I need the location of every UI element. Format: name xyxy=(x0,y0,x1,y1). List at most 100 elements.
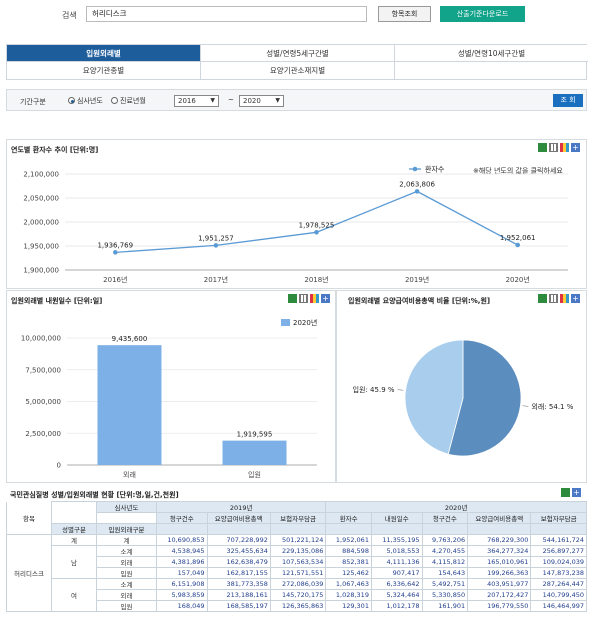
tab-institution-region[interactable]: 요양기관소재지별 xyxy=(201,62,395,79)
tab-sex-age5[interactable]: 성별/연령5세구간별 xyxy=(201,45,395,62)
table-tools: + xyxy=(561,488,581,497)
value-cell: 5,492,751 xyxy=(421,578,469,590)
value-cell: 213,188,161 xyxy=(206,589,271,601)
query-button[interactable]: 조 회 xyxy=(553,94,583,107)
value-cell: 107,563,534 xyxy=(269,556,327,568)
plus-icon[interactable]: + xyxy=(321,294,330,303)
radio-review-year[interactable] xyxy=(68,97,75,104)
legend-swatch xyxy=(281,319,290,326)
period-label: 기간구분 xyxy=(20,98,46,106)
bar-label: 1,919,595 xyxy=(237,431,273,439)
value-cell: 4,381,896 xyxy=(156,556,208,568)
bar xyxy=(97,345,162,465)
value-cell: 5,324,464 xyxy=(370,589,423,601)
data-point xyxy=(314,230,319,235)
col-header-filler xyxy=(370,523,423,535)
status-table-title: 국민관심질병 성별/입원외래별 현황 [단위:명,일,건,천원] xyxy=(10,491,179,499)
value-cell: 403,951,977 xyxy=(467,578,532,590)
cost-ratio-pie-chart: 외래: 54.1 % 입원: 45.9 % xyxy=(353,339,574,457)
grid-icon[interactable] xyxy=(299,294,308,303)
pie-leader xyxy=(397,389,404,391)
excel-icon[interactable] xyxy=(288,294,297,303)
sex-cell: 남 xyxy=(51,545,97,579)
patients-trend-panel: 연도별 환자수 추이 [단위:명] + ※해당 년도의 값을 클릭하세요 1,9… xyxy=(6,139,587,289)
value-cell: 162,817,155 xyxy=(206,567,271,579)
radio-review-year-label: 심사년도 xyxy=(77,97,103,105)
value-cell: 126,365,863 xyxy=(269,600,327,612)
y-tick-label: 0 xyxy=(57,462,61,470)
chart-tools: + xyxy=(538,294,580,303)
value-cell: 6,151,908 xyxy=(156,578,208,590)
tab-inpatient-outpatient[interactable]: 입원외래별 xyxy=(7,45,201,62)
value-cell: 501,221,124 xyxy=(269,534,327,546)
y-tick-label: 2,050,000 xyxy=(23,195,59,203)
value-cell: 168,049 xyxy=(156,600,208,612)
legend-marker xyxy=(412,166,418,172)
x-tick-label: 외래 xyxy=(123,470,136,479)
col-header-filler xyxy=(421,523,469,535)
y-tick-label: 2,500,000 xyxy=(25,430,61,438)
y-tick-label: 5,000,000 xyxy=(25,398,61,406)
col-header-2020: 2020년 xyxy=(325,501,587,513)
col-header-metric: 청구건수 xyxy=(421,512,469,524)
col-header-filler xyxy=(530,523,587,535)
x-tick-label: 2020년 xyxy=(506,275,530,284)
criteria-download-button[interactable]: 산출기준다운로드 xyxy=(440,6,525,22)
x-tick-label: 입원 xyxy=(248,470,261,479)
item-query-button[interactable]: 항목조회 xyxy=(378,6,431,22)
col-header-metric: 보험자부담금 xyxy=(530,512,587,524)
bar-chart-icon[interactable] xyxy=(310,294,319,303)
year-from-value: 2016 xyxy=(178,97,196,105)
value-cell: 5,018,553 xyxy=(370,545,423,557)
value-cell: 1,012,178 xyxy=(370,600,423,612)
excel-icon[interactable] xyxy=(538,143,547,152)
plus-icon[interactable]: + xyxy=(571,294,580,303)
value-cell: 11,355,195 xyxy=(370,534,423,546)
grid-icon[interactable] xyxy=(549,143,558,152)
col-header-filler xyxy=(467,523,532,535)
excel-icon[interactable] xyxy=(561,488,570,497)
value-cell: 146,464,997 xyxy=(530,600,587,612)
value-cell: 256,897,277 xyxy=(530,545,587,557)
col-header-metric: 요양급여비용총액 xyxy=(467,512,532,524)
excel-icon[interactable] xyxy=(538,294,547,303)
y-tick-label: 1,900,000 xyxy=(23,267,59,275)
value-cell: 884,598 xyxy=(325,545,372,557)
value-cell: 1,067,463 xyxy=(325,578,372,590)
y-tick-label: 1,950,000 xyxy=(23,243,59,251)
chart-tools: + xyxy=(538,143,580,152)
grid-icon[interactable] xyxy=(549,294,558,303)
table-row: 여 소계 6,151,908 381,773,358 272,086,039 1,067,… xyxy=(7,578,587,612)
chevron-down-icon: ▼ xyxy=(275,97,280,104)
type-cell: 입원 xyxy=(96,600,157,612)
search-input[interactable]: 허리디스크 xyxy=(86,6,367,22)
value-cell: 168,585,197 xyxy=(206,600,271,612)
range-tilde: ~ xyxy=(228,96,234,104)
value-cell: 199,266,363 xyxy=(467,567,532,579)
tab-sex-age10[interactable]: 성별/연령10세구간별 xyxy=(395,45,588,62)
item-cell: 허리디스크 xyxy=(6,534,52,612)
value-cell: 165,010,961 xyxy=(467,556,532,568)
col-header-metric: 보험자부담금 xyxy=(269,512,327,524)
col-header-blank-2 xyxy=(96,512,157,524)
bar-chart-icon[interactable] xyxy=(560,294,569,303)
data-label: 1,978,525 xyxy=(299,221,335,229)
y-tick-label: 10,000,000 xyxy=(21,335,61,343)
legend-label: 2020년 xyxy=(293,318,317,327)
pie-leader xyxy=(522,405,529,407)
tab-institution-type[interactable]: 요양기관종별 xyxy=(7,62,201,79)
value-cell: 381,773,358 xyxy=(206,578,271,590)
plus-icon[interactable]: + xyxy=(572,488,581,497)
year-from-select[interactable]: 2016 ▼ xyxy=(174,95,219,107)
type-cell: 외래 xyxy=(96,589,157,601)
chevron-down-icon: ▼ xyxy=(210,97,215,104)
value-cell: 161,901 xyxy=(421,600,469,612)
radio-treatment-month[interactable] xyxy=(111,97,118,104)
col-header-metric: 내원일수 xyxy=(370,512,423,524)
bar-label: 9,435,600 xyxy=(112,335,148,343)
data-point xyxy=(414,189,420,194)
plus-icon[interactable]: + xyxy=(571,143,580,152)
value-cell: 157,049 xyxy=(156,567,208,579)
year-to-select[interactable]: 2020 ▼ xyxy=(239,95,284,107)
bar-chart-icon[interactable] xyxy=(560,143,569,152)
